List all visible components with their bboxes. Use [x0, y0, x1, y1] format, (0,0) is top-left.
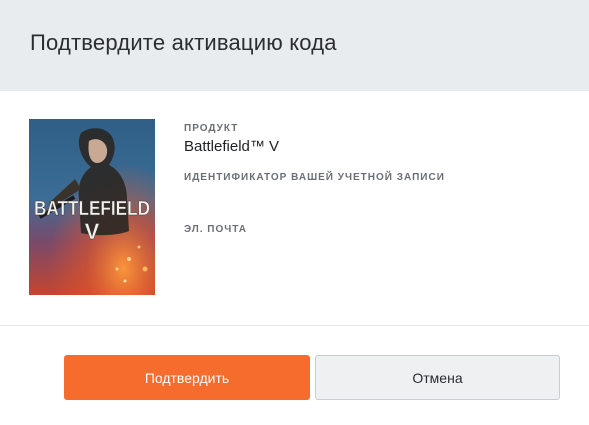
- activation-confirm-dialog: Подтвердите активацию кода BATTLEFIELD V…: [0, 0, 589, 425]
- cover-title-numeral: V: [85, 219, 100, 244]
- dialog-title: Подтвердите активацию кода: [30, 30, 337, 55]
- product-name: Battlefield™ V: [184, 138, 280, 155]
- footer-divider: [0, 325, 589, 326]
- game-cover-image: BATTLEFIELD V: [29, 119, 155, 295]
- cancel-button[interactable]: Отмена: [315, 355, 560, 400]
- product-label: ПРОДУКТ: [184, 123, 239, 134]
- cover-title-text: BATTLEFIELD: [34, 198, 150, 220]
- confirm-button[interactable]: Подтвердить: [64, 355, 310, 400]
- account-id-label: ИДЕНТИФИКАТОР ВАШЕЙ УЧЕТНОЙ ЗАПИСИ: [184, 172, 445, 183]
- email-label: ЭЛ. ПОЧТА: [184, 224, 247, 235]
- dialog-header: Подтвердите активацию кода: [0, 0, 589, 91]
